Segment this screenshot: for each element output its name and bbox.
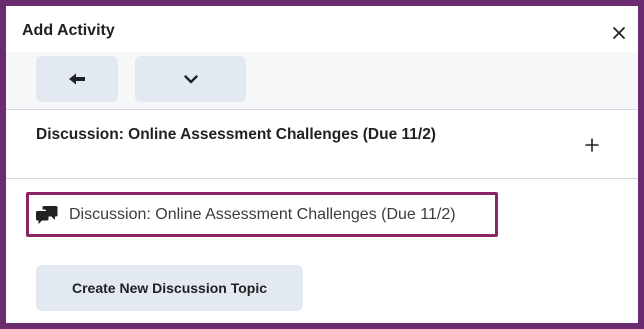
topic-title: Discussion: Online Assessment Challenges… (36, 126, 436, 143)
linked-discussion-item[interactable]: Discussion: Online Assessment Challenges… (26, 192, 498, 237)
dialog-toolbar (6, 52, 638, 110)
create-new-discussion-topic-button[interactable]: Create New Discussion Topic (36, 265, 303, 311)
topic-row: Discussion: Online Assessment Challenges… (6, 110, 638, 179)
close-button[interactable] (608, 22, 630, 44)
close-icon (613, 27, 625, 39)
linked-item-label: Discussion: Online Assessment Challenges… (69, 205, 456, 223)
add-topic-button[interactable] (580, 133, 604, 157)
plus-icon (585, 138, 599, 152)
dialog-header: Add Activity (6, 6, 638, 52)
arrow-left-icon (69, 73, 85, 85)
dialog-title: Add Activity (22, 22, 115, 39)
back-button[interactable] (36, 56, 118, 102)
options-dropdown-button[interactable] (135, 56, 246, 102)
chevron-down-icon (183, 74, 198, 83)
discussion-icon (36, 205, 58, 225)
add-activity-dialog: Add Activity Discussion: Online Assessme… (0, 0, 644, 329)
